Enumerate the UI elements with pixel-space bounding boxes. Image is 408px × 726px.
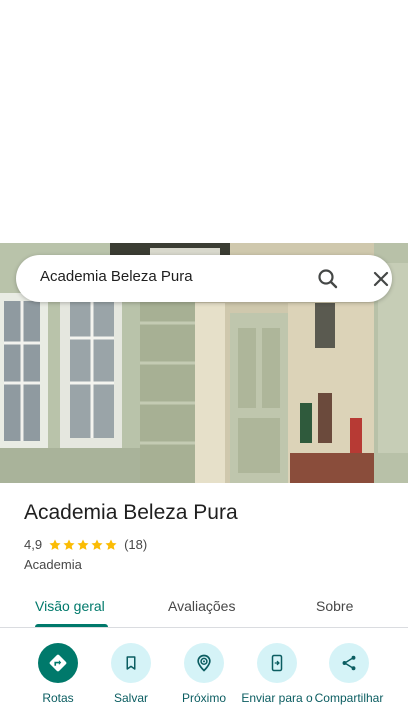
nearby-icon xyxy=(184,643,224,683)
tab-overview[interactable]: Visão geral xyxy=(35,598,105,614)
close-icon[interactable] xyxy=(369,267,393,291)
nearby-button[interactable]: Próximo xyxy=(166,643,242,706)
star-icon xyxy=(49,538,61,550)
search-icon[interactable] xyxy=(315,266,341,292)
place-details-sheet: Academia Beleza Pura 4,9 (18) Academia V… xyxy=(0,483,408,726)
tab-bar: Visão geral Avaliações Sobre xyxy=(0,584,408,628)
place-category[interactable]: Academia xyxy=(24,557,82,572)
directions-label: Rotas xyxy=(42,691,74,705)
action-buttons: Rotas Salvar Próximo Enviar para o Compa… xyxy=(0,641,408,726)
star-rating xyxy=(48,538,118,552)
place-title: Academia Beleza Pura xyxy=(24,501,238,524)
search-bar[interactable]: Academia Beleza Pura xyxy=(16,255,392,302)
nearby-label: Próximo xyxy=(181,691,226,705)
star-icon xyxy=(77,538,89,550)
search-query-text[interactable]: Academia Beleza Pura xyxy=(40,268,193,285)
star-icon xyxy=(63,538,75,550)
map-area[interactable] xyxy=(0,0,408,243)
directions-button[interactable]: Rotas xyxy=(20,643,96,706)
tab-about[interactable]: Sobre xyxy=(316,598,353,614)
bookmark-icon xyxy=(111,643,151,683)
star-icon xyxy=(91,538,103,550)
review-count[interactable]: (18) xyxy=(124,537,147,552)
send-to-phone-button[interactable]: Enviar para o xyxy=(239,643,315,706)
active-tab-indicator xyxy=(35,624,108,627)
share-button[interactable]: Compartilhar xyxy=(311,643,387,706)
save-button[interactable]: Salvar xyxy=(93,643,169,706)
send-to-phone-icon xyxy=(257,643,297,683)
rating-value: 4,9 xyxy=(24,537,43,552)
star-icon xyxy=(105,538,117,550)
directions-icon xyxy=(38,643,78,683)
save-label: Salvar xyxy=(113,691,148,705)
rating-row[interactable]: 4,9 (18) xyxy=(24,537,147,552)
send-to-phone-label: Enviar para o xyxy=(241,691,313,705)
share-icon xyxy=(329,643,369,683)
share-label: Compartilhar xyxy=(314,691,384,705)
tab-reviews[interactable]: Avaliações xyxy=(168,598,235,614)
